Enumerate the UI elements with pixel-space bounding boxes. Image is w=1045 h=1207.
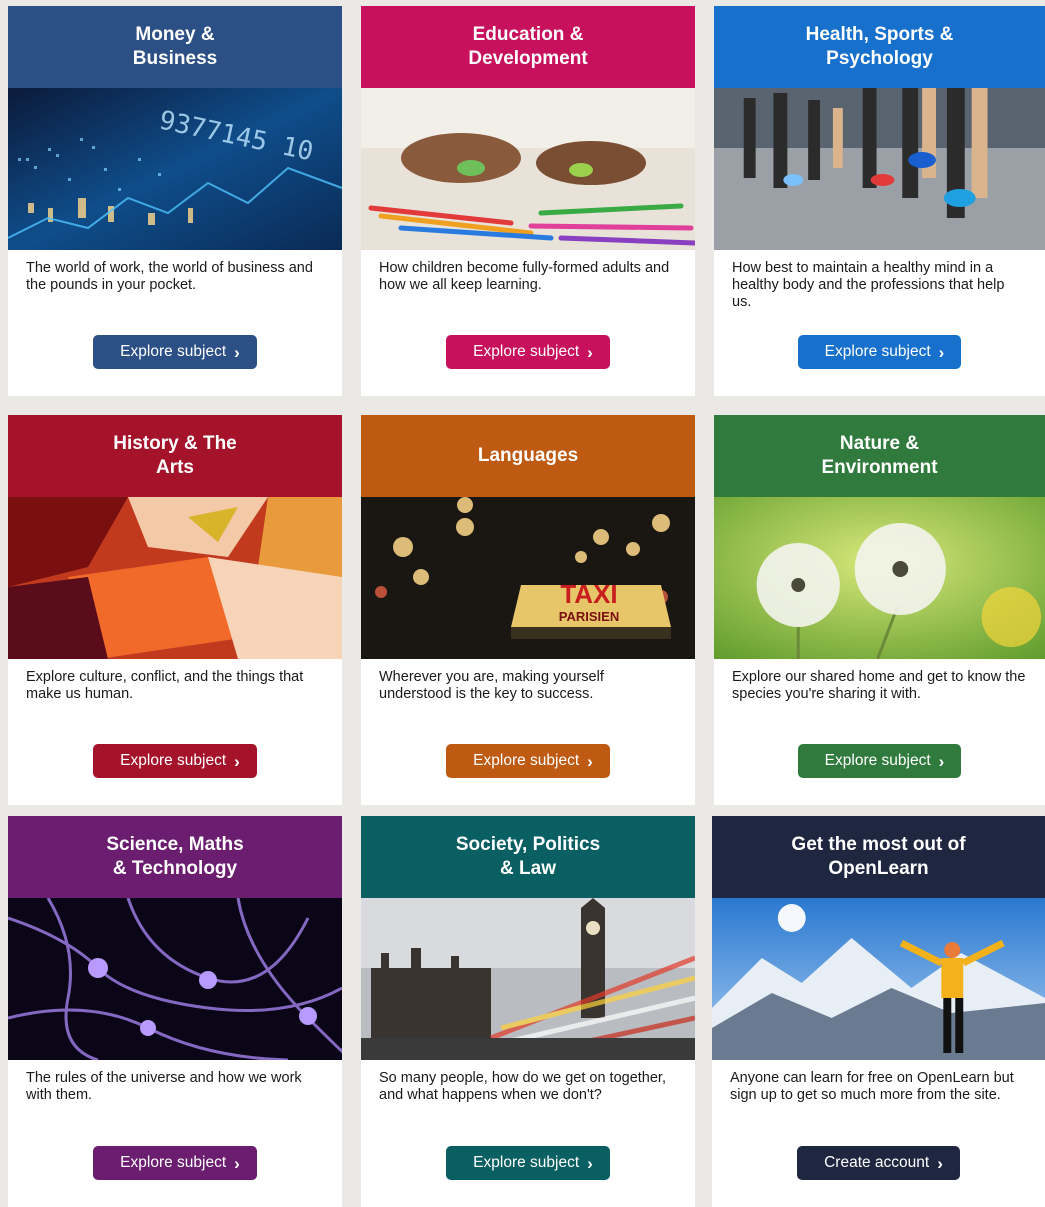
card-header: Money & Business <box>8 6 342 88</box>
card-header: Get the most out of OpenLearn <box>712 816 1045 898</box>
explore-subject-button[interactable]: Explore subject › <box>93 1146 257 1180</box>
card-header: History & The Arts <box>8 415 342 497</box>
card-get-most-openlearn: Get the most out of OpenLearn Anyone can… <box>712 816 1045 1207</box>
chevron-right-icon: › <box>587 751 593 771</box>
card-description: How children become fully-formed adults … <box>379 260 670 293</box>
child-painting-image <box>361 88 695 250</box>
chevron-right-icon: › <box>234 1153 240 1173</box>
card-header: Science, Maths & Technology <box>8 816 342 898</box>
stock-market-image: 9377145 10 <box>8 88 342 250</box>
abstract-painting-image <box>8 497 342 659</box>
card-education-development: Education & Development How children bec… <box>361 6 695 396</box>
button-label: Explore subject <box>824 752 931 769</box>
card-description: The world of work, the world of business… <box>26 260 313 293</box>
card-title: Science, Maths & Technology <box>106 834 244 879</box>
card-title: Get the most out of OpenLearn <box>791 834 966 879</box>
taxi-sign-text: TAXI <box>560 579 617 609</box>
westminster-image <box>361 898 695 1060</box>
card-history-arts: History & The Arts Explore culture, conf… <box>8 415 342 805</box>
card-title: Money & Business <box>132 24 218 69</box>
explore-subject-button[interactable]: Explore subject › <box>797 744 962 778</box>
card-title: Languages <box>477 445 579 466</box>
button-label: Create account <box>824 1154 930 1171</box>
card-languages: Languages TAXI PARISIEN Wherever you are… <box>361 415 695 805</box>
create-account-button[interactable]: Create account › <box>797 1146 960 1180</box>
explore-subject-button[interactable]: Explore subject › <box>446 335 610 369</box>
card-description: Anyone can learn for free on OpenLearn b… <box>730 1070 1014 1103</box>
dandelion-image <box>714 497 1045 659</box>
explore-subject-button[interactable]: Explore subject › <box>93 744 257 778</box>
chevron-right-icon: › <box>938 751 945 771</box>
explore-subject-button[interactable]: Explore subject › <box>797 335 962 369</box>
chevron-right-icon: › <box>587 342 593 362</box>
button-label: Explore subject <box>120 752 227 769</box>
button-label: Explore subject <box>824 343 931 360</box>
card-description: Explore our shared home and get to know … <box>732 669 1026 702</box>
card-health-sports-psychology: Health, Sports & Psychology How best to … <box>714 6 1045 396</box>
card-nature-environment: Nature & Environment Explore our shared … <box>714 415 1045 805</box>
card-money-business: Money & Business 9377145 10 The world of… <box>8 6 342 396</box>
explore-subject-button[interactable]: Explore subject › <box>446 1146 610 1180</box>
card-header: Education & Development <box>361 6 695 88</box>
card-title: Health, Sports & Psychology <box>805 24 954 69</box>
button-label: Explore subject <box>473 1154 580 1171</box>
card-header: Health, Sports & Psychology <box>714 6 1045 88</box>
card-science-maths-technology: Science, Maths & Technology The rules of… <box>8 816 342 1207</box>
subject-grid: Money & Business 9377145 10 The world of… <box>0 0 1045 1207</box>
explore-subject-button[interactable]: Explore subject › <box>446 744 610 778</box>
card-header: Nature & Environment <box>714 415 1045 497</box>
chevron-right-icon: › <box>587 1153 593 1173</box>
card-title: Nature & Environment <box>821 433 938 478</box>
explore-subject-button[interactable]: Explore subject › <box>93 335 257 369</box>
chevron-right-icon: › <box>234 751 240 771</box>
button-label: Explore subject <box>120 1154 227 1171</box>
card-header: Society, Politics & Law <box>361 816 695 898</box>
card-description: The rules of the universe and how we wor… <box>26 1070 302 1103</box>
card-title: Society, Politics & Law <box>455 834 601 879</box>
chevron-right-icon: › <box>938 342 945 362</box>
card-title: Education & Development <box>468 24 588 69</box>
card-description: Explore culture, conflict, and the thing… <box>26 669 304 702</box>
button-label: Explore subject <box>473 752 580 769</box>
chevron-right-icon: › <box>937 1153 943 1173</box>
card-description: Wherever you are, making yourself unders… <box>379 669 604 702</box>
card-title: History & The Arts <box>113 433 237 478</box>
marathon-runners-image <box>714 88 1045 250</box>
hiker-mountains-image <box>712 898 1045 1060</box>
card-society-politics-law: Society, Politics & Law So many people, … <box>361 816 695 1207</box>
taxi-sign-subtext: PARISIEN <box>559 609 619 624</box>
paris-taxi-image: TAXI PARISIEN <box>361 497 695 659</box>
button-label: Explore subject <box>473 343 580 360</box>
card-description: So many people, how do we get on togethe… <box>379 1070 666 1103</box>
neurons-image <box>8 898 342 1060</box>
chevron-right-icon: › <box>234 342 240 362</box>
card-description: How best to maintain a healthy mind in a… <box>732 260 1005 310</box>
card-header: Languages <box>361 415 695 497</box>
button-label: Explore subject <box>120 343 227 360</box>
